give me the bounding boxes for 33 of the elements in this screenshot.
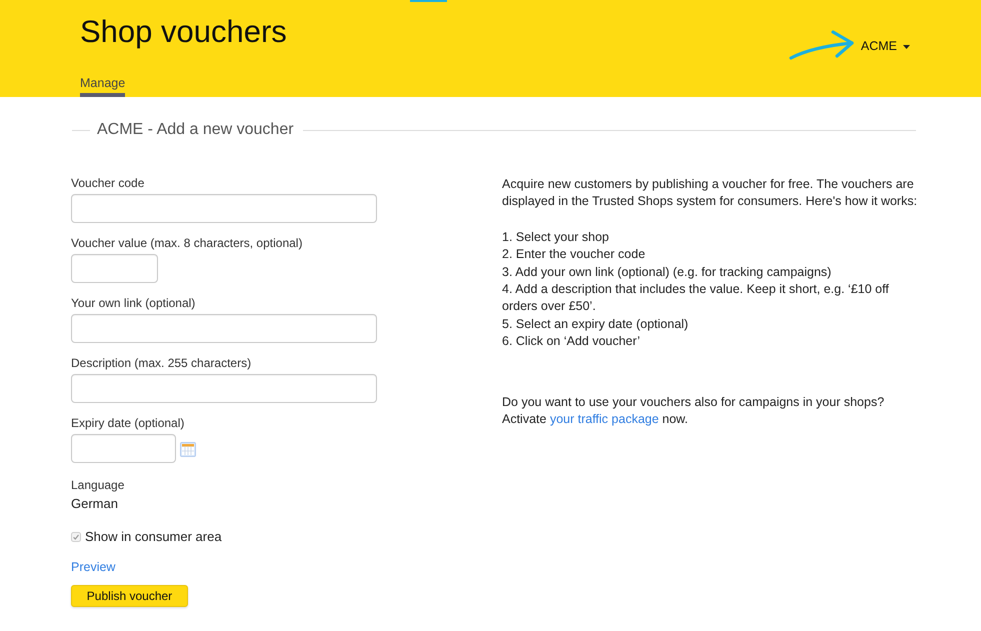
field-label: Language xyxy=(71,478,124,492)
step-item: 6. Click on ‘Add voucher’ xyxy=(502,333,642,350)
field-label: Voucher code xyxy=(71,176,144,190)
date-field[interactable] xyxy=(71,434,176,463)
cta-text: Activate your traffic package now. xyxy=(502,411,689,428)
preview-link[interactable]: Preview xyxy=(71,559,116,575)
step-item: 5. Select an expiry date (optional) xyxy=(502,316,690,333)
field-label: Expiry date (optional) xyxy=(71,416,184,430)
step-item: 4. Add a description that includes the value. Keep it short, e.g. ‘£10 off orders over £50’. xyxy=(502,281,890,316)
tab[interactable]: Manage xyxy=(80,76,126,97)
step-item: 3. Add your own link (optional) (e.g. for tracking campaigns) xyxy=(502,264,832,281)
account-dropdown[interactable]: ACME xyxy=(860,39,910,54)
intro-text: Acquire new customers by publishing a voucher for free. The vouchers are displayed in the Trusted Shops system for consumers. Here's how it works: xyxy=(502,176,918,210)
question-text: Do you want to use your vouchers also for campaigns in your shops? xyxy=(502,394,886,411)
arrow-annotation xyxy=(789,30,854,60)
checkbox-label: Show in consumer area xyxy=(85,529,222,545)
page-title: Shop vouchers xyxy=(80,14,287,50)
field-label: Your own link (optional) xyxy=(71,296,196,310)
section-title: ACME - Add a new voucher xyxy=(97,120,294,140)
input-field[interactable] xyxy=(71,254,158,283)
input-field[interactable] xyxy=(71,314,377,343)
step-item: 2. Enter the voucher code xyxy=(502,246,646,264)
field-label: Voucher value (max. 8 characters, optional) xyxy=(71,236,302,250)
input-field[interactable] xyxy=(71,374,377,403)
input-field[interactable] xyxy=(71,194,377,223)
traffic-package-link[interactable]: your traffic package xyxy=(550,412,659,426)
step-item: 1. Select your shop xyxy=(502,228,610,246)
caret-icon xyxy=(903,44,910,48)
field-label: Description (max. 255 characters) xyxy=(71,356,252,370)
accent-strip xyxy=(410,0,447,2)
calendar-icon[interactable] xyxy=(180,442,196,457)
field-value: German xyxy=(71,496,118,512)
publish-button[interactable]: Publish voucher xyxy=(71,585,188,607)
